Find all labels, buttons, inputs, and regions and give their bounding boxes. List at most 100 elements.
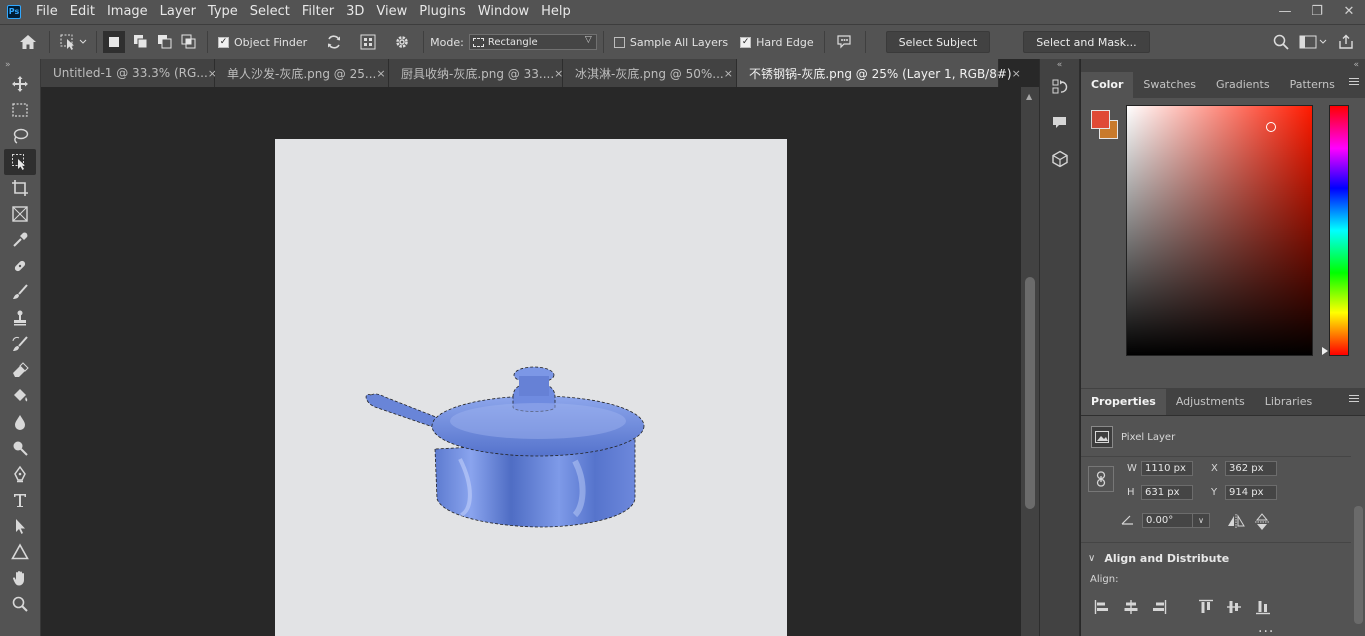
canvas-vertical-scrollbar[interactable]: ▲ (1021, 87, 1039, 636)
color-picker-ring-icon[interactable] (1266, 122, 1276, 132)
tab-adjustments[interactable]: Adjustments (1166, 389, 1255, 415)
eraser-tool-icon[interactable] (4, 357, 36, 383)
tab-kitchen-storage[interactable]: 厨具收纳-灰底.png @ 33.... × (389, 59, 563, 87)
menu-help[interactable]: Help (535, 0, 577, 24)
flip-horizontal-icon[interactable] (1227, 514, 1245, 531)
select-subject-button[interactable]: Select Subject (885, 31, 991, 53)
refresh-icon[interactable] (319, 31, 349, 53)
clone-stamp-tool-icon[interactable] (4, 305, 36, 331)
home-icon[interactable] (13, 31, 43, 53)
x-field[interactable]: 362 px (1225, 461, 1277, 476)
restore-button[interactable]: ❐ (1301, 0, 1333, 22)
align-top-icon[interactable] (1198, 599, 1214, 615)
align-left-edges-button[interactable] (1094, 599, 1110, 615)
subtract-from-selection-icon[interactable] (153, 31, 177, 53)
shape-tool-icon[interactable] (4, 539, 36, 565)
menu-filter[interactable]: Filter (296, 0, 340, 24)
link-chain-icon[interactable] (1088, 466, 1114, 492)
document-canvas[interactable] (275, 139, 787, 636)
close-window-button[interactable]: ✕ (1333, 0, 1365, 22)
tab-gradients[interactable]: Gradients (1206, 72, 1280, 98)
align-right-icon[interactable] (1151, 599, 1167, 615)
menu-type[interactable]: Type (202, 0, 244, 24)
angle-field[interactable]: 0.00° (1142, 513, 1192, 528)
collapse-panels-icon[interactable]: « (1040, 59, 1079, 71)
tab-patterns[interactable]: Patterns (1280, 72, 1345, 98)
flip-vertical-button[interactable] (1255, 513, 1269, 534)
tab-libraries[interactable]: Libraries (1255, 389, 1323, 415)
width-field[interactable]: 1110 px (1141, 461, 1193, 476)
panel-menu-icon[interactable] (1349, 395, 1359, 404)
hard-edge-checkbox[interactable]: ✓ Hard Edge (740, 36, 814, 49)
scrollbar-thumb[interactable] (1025, 277, 1035, 509)
crop-tool-icon[interactable] (4, 175, 36, 201)
new-selection-icon[interactable] (103, 31, 125, 53)
3d-panel-icon[interactable] (1046, 145, 1074, 173)
move-tool-icon[interactable] (4, 71, 36, 97)
tab-color[interactable]: Color (1081, 72, 1134, 98)
intersect-selection-icon[interactable] (177, 31, 201, 53)
menu-window[interactable]: Window (472, 0, 535, 24)
align-right-edges-button[interactable] (1151, 599, 1167, 615)
menu-file[interactable]: File (30, 0, 64, 24)
flip-horizontal-button[interactable] (1227, 514, 1245, 531)
history-panel-icon[interactable] (1046, 73, 1074, 101)
hue-slider[interactable] (1329, 105, 1349, 356)
frame-tool-icon[interactable] (4, 201, 36, 227)
menu-3d[interactable]: 3D (340, 0, 370, 24)
select-and-mask-button[interactable]: Select and Mask... (1023, 31, 1150, 53)
close-tab-icon[interactable]: × (554, 67, 563, 80)
mode-select[interactable]: Rectangle ▽ (468, 34, 597, 50)
align-horizontal-centers-button[interactable] (1123, 599, 1139, 615)
y-field[interactable]: 914 px (1225, 485, 1277, 500)
tab-untitled-1[interactable]: Untitled-1 @ 33.3% (RG... × (41, 59, 217, 87)
history-brush-tool-icon[interactable] (4, 331, 36, 357)
close-tab-icon[interactable]: × (376, 67, 385, 80)
scroll-up-arrow-icon[interactable]: ▲ (1026, 92, 1032, 101)
menu-edit[interactable]: Edit (64, 0, 101, 24)
hand-tool-icon[interactable] (4, 565, 36, 591)
align-bottom-edges-button[interactable] (1255, 599, 1271, 615)
foreground-color-swatch[interactable] (1091, 110, 1110, 129)
add-to-selection-icon[interactable] (129, 31, 153, 53)
tab-stainless-pot[interactable]: 不锈钢锅-灰底.png @ 25% (Layer 1, RGB/8#) × (737, 59, 1021, 87)
workspace-switcher-icon[interactable] (1295, 31, 1331, 53)
align-left-icon[interactable] (1094, 599, 1110, 615)
menu-image[interactable]: Image (101, 0, 154, 24)
eyedropper-tool-icon[interactable] (4, 227, 36, 253)
tab-swatches[interactable]: Swatches (1133, 72, 1206, 98)
object-finder-checkbox[interactable]: ✓ Object Finder (218, 36, 307, 49)
collapse-dock-icon[interactable]: « (1081, 59, 1365, 71)
minimize-button[interactable]: — (1269, 0, 1301, 22)
menu-select[interactable]: Select (244, 0, 296, 24)
dodge-tool-icon[interactable] (4, 435, 36, 461)
properties-scrollbar-thumb[interactable] (1354, 506, 1363, 624)
link-dimensions-button[interactable] (1088, 466, 1114, 492)
search-icon[interactable] (1267, 31, 1295, 53)
height-field[interactable]: 631 px (1141, 485, 1193, 500)
align-vertical-centers-button[interactable] (1226, 599, 1242, 615)
close-tab-icon[interactable]: × (1012, 67, 1021, 80)
comments-panel-icon[interactable] (1046, 109, 1074, 137)
angle-dropdown-chevron-icon[interactable]: ∨ (1192, 513, 1210, 528)
marquee-tool-icon[interactable] (4, 97, 36, 123)
align-top-edges-button[interactable] (1198, 599, 1214, 615)
close-tab-icon[interactable]: × (724, 67, 733, 80)
expand-toolbar-icon[interactable]: » (0, 59, 40, 71)
tab-single-sofa[interactable]: 单人沙发-灰底.png @ 25... × (215, 59, 389, 87)
comment-icon[interactable] (831, 31, 859, 53)
tab-ice-cream[interactable]: 冰淇淋-灰底.png @ 50%... × (563, 59, 737, 87)
healing-brush-tool-icon[interactable] (4, 253, 36, 279)
color-saturation-picker[interactable] (1126, 105, 1313, 356)
hue-slider-handle-icon[interactable] (1322, 347, 1328, 355)
panel-menu-icon[interactable] (1349, 78, 1359, 87)
align-horizontal-center-icon[interactable] (1123, 599, 1139, 615)
menu-plugins[interactable]: Plugins (413, 0, 472, 24)
paint-bucket-tool-icon[interactable] (4, 383, 36, 409)
pen-tool-icon[interactable] (4, 461, 36, 487)
path-selection-tool-icon[interactable] (4, 513, 36, 539)
zoom-tool-icon[interactable] (4, 591, 36, 617)
canvas-area[interactable] (41, 87, 1021, 636)
align-bottom-icon[interactable] (1255, 599, 1271, 615)
flip-vertical-icon[interactable] (1255, 513, 1269, 534)
